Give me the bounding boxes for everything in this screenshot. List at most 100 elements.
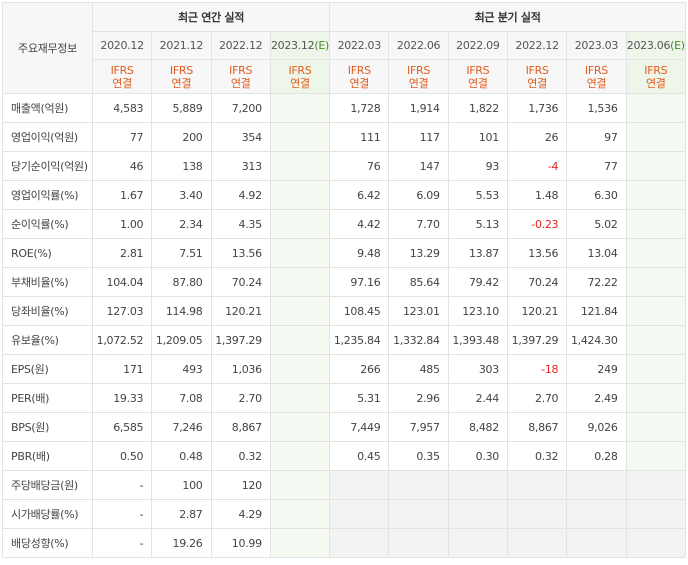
value-cell: 6,585 (91, 412, 153, 442)
value-cell: - (91, 528, 153, 558)
consolidated-text: 연결 (349, 76, 370, 90)
value-cell (625, 93, 687, 123)
row-label: 당좌비율(%) (2, 296, 93, 326)
value-cell (388, 470, 449, 500)
table-row: PER(배) 19.33 7.08 2.70 5.31 2.96 2.44 2.70 2.49 (2, 383, 687, 413)
value-cell: 171 (91, 354, 153, 384)
value-cell: 121.84 (566, 296, 627, 326)
value-cell: 26 (506, 122, 568, 152)
value-cell (388, 528, 449, 558)
value-cell (329, 528, 390, 558)
value-cell: 97.16 (329, 267, 390, 297)
value-cell: 13.56 (506, 238, 568, 268)
value-cell: 7,246 (151, 412, 212, 442)
period-header: 2023.03 (566, 31, 627, 60)
row-label: 영업이익(억원) (2, 122, 93, 152)
table-row: 영업이익률(%) 1.67 3.40 4.92 6.42 6.09 5.53 1.48 6.30 (2, 180, 687, 210)
table-row: 순이익률(%) 1.00 2.34 4.35 4.42 7.70 5.13 -0.23 5.02 (2, 209, 687, 239)
period-header-row: 2020.12 2021.12 2022.12 2023.12(E) 2022.03 20… (3, 31, 687, 60)
period-header: 2023.06(E) (625, 31, 687, 60)
financial-summary-panel: 주요재무정보 최근 연간 실적 최근 분기 실적 2020.12 2021.12 2… (0, 2, 688, 565)
value-cell (625, 238, 687, 268)
annual-group-header: 최근 연간 실적 (91, 2, 331, 32)
table-row: 배당성향(%) -19.26 10.99 (2, 528, 687, 558)
row-label: 주당배당금(원) (2, 470, 93, 500)
value-cell: 1,736 (506, 93, 568, 123)
value-cell: 485 (388, 354, 449, 384)
ifrs-header-row: IFRS 연결 IFRS 연결 IFRS 연결 IFRS 연결 IFRS 연결 IFRS 연결 IFRS… (3, 59, 687, 94)
value-cell: 0.50 (91, 441, 153, 471)
value-cell: 1,424.30 (566, 325, 627, 355)
value-cell: 79.42 (447, 267, 508, 297)
value-cell: 1.00 (91, 209, 153, 239)
row-label: 배당성향(%) (2, 528, 93, 558)
ifrs-consolidated-label: IFRS 연결 (151, 59, 212, 94)
table-row: 당기순이익(억원) 46 138 313 76 147 93 -4 77 (2, 151, 687, 181)
row-label: 영업이익률(%) (2, 180, 93, 210)
value-cell: 5.31 (329, 383, 390, 413)
value-cell (625, 122, 687, 152)
row-label: 부채비율(%) (2, 267, 93, 297)
consolidated-text: 연결 (112, 76, 132, 90)
value-cell: 19.33 (91, 383, 153, 413)
value-cell (447, 470, 508, 500)
value-cell (566, 499, 627, 529)
value-cell: 2.44 (447, 383, 508, 413)
ifrs-standard-text: IFRS (288, 63, 312, 77)
table-row: BPS(원) 6,585 7,246 8,867 7,449 7,957 8,482 8,86… (2, 412, 687, 442)
ifrs-consolidated-label: IFRS 연결 (91, 59, 153, 94)
value-cell: 8,482 (447, 412, 508, 442)
value-cell: 2.34 (151, 209, 212, 239)
value-cell: 4.92 (210, 180, 271, 210)
value-cell (269, 441, 331, 471)
value-cell (269, 238, 331, 268)
value-cell: 9,026 (566, 412, 627, 442)
value-cell: 5,889 (151, 93, 212, 123)
value-cell: 10.99 (210, 528, 271, 558)
row-label: BPS(원) (2, 412, 93, 442)
table-row: ROE(%) 2.81 7.51 13.56 9.48 13.29 13.87 13.56 13… (2, 238, 687, 268)
value-cell: 7,957 (388, 412, 449, 442)
value-cell: 5.53 (447, 180, 508, 210)
value-cell: 5.02 (566, 209, 627, 239)
ifrs-consolidated-label: IFRS 연결 (566, 59, 627, 94)
value-cell: 77 (566, 151, 627, 181)
value-cell (269, 93, 331, 123)
ifrs-standard-text: IFRS (584, 63, 608, 77)
value-cell: 147 (388, 151, 449, 181)
value-cell: 13.04 (566, 238, 627, 268)
table-row: EPS(원) 171 493 1,036 266 485 303 -18 249 (2, 354, 687, 384)
consolidated-text: 연결 (171, 76, 192, 90)
value-cell: 0.45 (329, 441, 390, 471)
value-cell: 6.30 (566, 180, 627, 210)
value-cell: 493 (151, 354, 212, 384)
value-cell (625, 209, 687, 239)
consolidated-text: 연결 (230, 76, 251, 90)
value-cell: 101 (447, 122, 508, 152)
consolidated-text: 연결 (586, 76, 607, 90)
value-cell: 76 (329, 151, 390, 181)
period-header: 2023.12(E) (269, 31, 331, 60)
value-cell (269, 151, 331, 181)
value-cell (269, 383, 331, 413)
row-label: 시가배당률(%) (2, 499, 93, 529)
value-cell: 0.32 (210, 441, 271, 471)
value-cell: 0.28 (566, 441, 627, 471)
value-cell (625, 354, 687, 384)
value-cell: 19.26 (151, 528, 212, 558)
value-cell: 2.70 (210, 383, 271, 413)
value-cell: 123.10 (447, 296, 508, 326)
financial-table-body: 매출액(억원) 4,583 5,889 7,200 1,728 1,914 1,822 1,7… (2, 93, 687, 558)
ifrs-standard-text: IFRS (525, 63, 549, 77)
value-cell: 1,397.29 (210, 325, 271, 355)
row-label: 유보율(%) (2, 325, 93, 355)
value-cell: 2.87 (151, 499, 212, 529)
value-cell: 1.48 (506, 180, 568, 210)
period-header: 2022.06 (388, 31, 449, 60)
ifrs-consolidated-label: IFRS 연결 (210, 59, 271, 94)
value-cell: -18 (506, 354, 568, 384)
ifrs-standard-text: IFRS (347, 63, 371, 77)
value-cell (269, 470, 331, 500)
value-cell: 72.22 (566, 267, 627, 297)
value-cell (506, 528, 568, 558)
